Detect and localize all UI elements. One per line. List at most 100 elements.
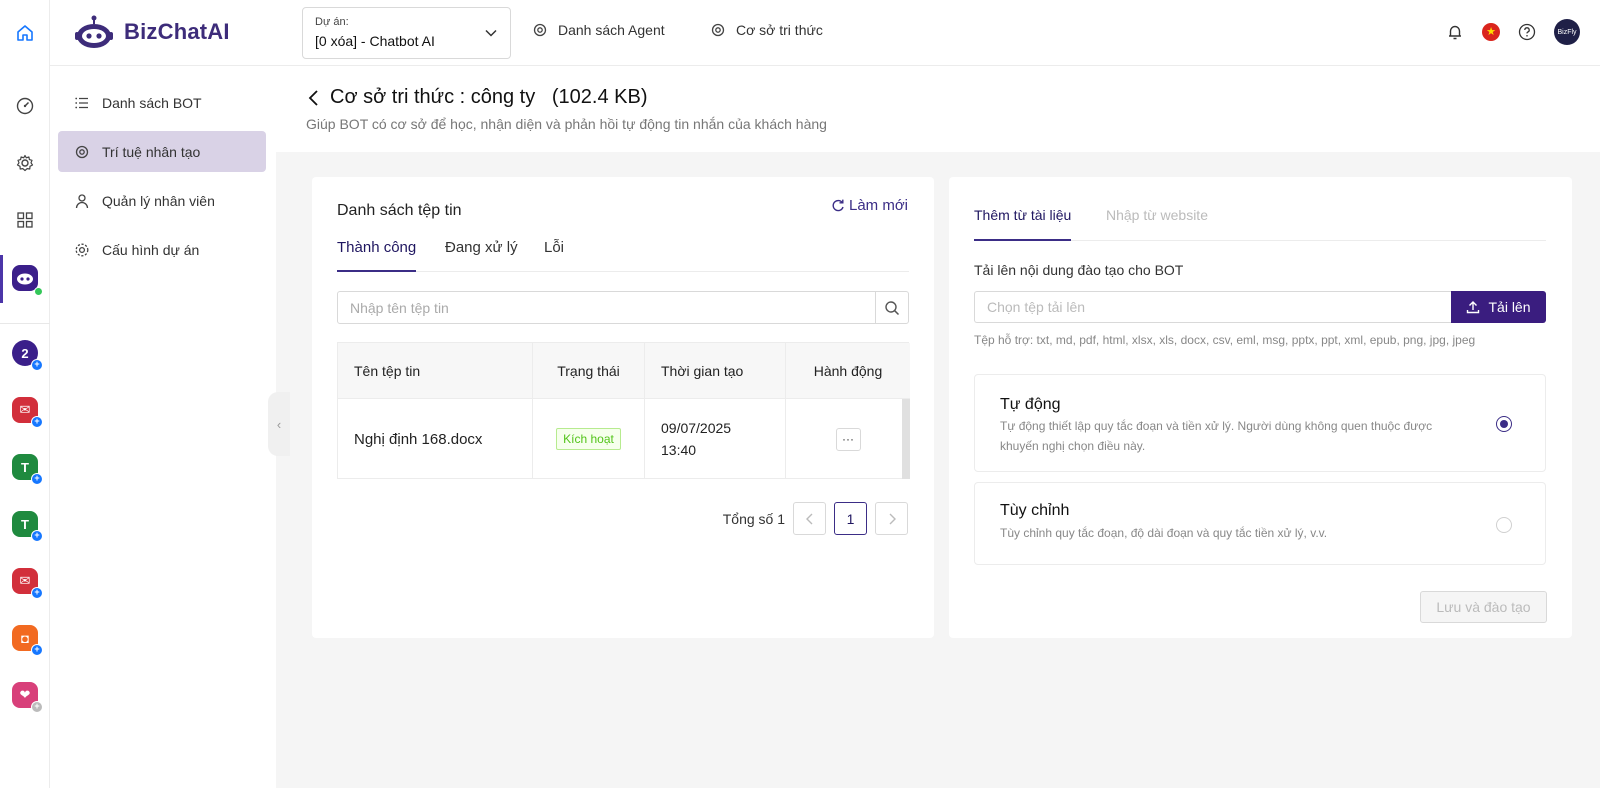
app-icon-mail2[interactable]: ✉ +	[12, 568, 43, 599]
tab-processing[interactable]: Đang xử lý	[445, 239, 518, 272]
bizchat-app-icon[interactable]	[12, 265, 38, 291]
sidebar-item-staff[interactable]: Quản lý nhân viên	[58, 180, 266, 221]
online-status-dot	[34, 287, 43, 296]
option-auto[interactable]: Tự động Tự động thiết lập quy tắc đoạn v…	[974, 374, 1546, 472]
openai-icon	[711, 23, 725, 37]
plus-badge-icon: +	[31, 644, 43, 656]
app-glyph: T	[21, 516, 29, 532]
mail-icon: ✉	[19, 573, 31, 588]
nav-knowledge-base[interactable]: Cơ sở tri thức	[710, 22, 823, 38]
vietnam-flag-icon[interactable]: ★	[1482, 23, 1500, 41]
upload-card: Thêm từ tài liệu Nhập từ website Tải lên…	[949, 177, 1572, 638]
option-auto-radio[interactable]	[1496, 416, 1512, 432]
upload-button[interactable]: Tải lên	[1451, 291, 1546, 323]
rail-settings[interactable]	[0, 141, 50, 185]
upload-icon	[1467, 301, 1480, 314]
sidebar-item-ai[interactable]: Trí tuệ nhân tạo	[58, 131, 266, 172]
app-icon-1[interactable]: 2 +	[12, 340, 43, 371]
grid-icon	[17, 212, 33, 228]
option-custom-radio[interactable]	[1496, 517, 1512, 533]
user-avatar[interactable]: BizFly	[1554, 19, 1580, 45]
app-icon-shop[interactable]: ◘ +	[12, 625, 43, 656]
created-time: 13:40	[661, 442, 697, 458]
sidebar-collapse-handle[interactable]: ‹	[268, 392, 290, 456]
upload-label: Tải lên nội dung đào tạo cho BOT	[974, 262, 1184, 278]
back-arrow-icon[interactable]	[306, 89, 322, 107]
header-actions: ★ BizFly	[1446, 19, 1580, 45]
file-name-cell: Nghị định 168.docx	[338, 399, 533, 479]
nav-agent-list[interactable]: Danh sách Agent	[532, 22, 665, 38]
app-icon-t1[interactable]: T +	[12, 454, 43, 485]
table-row: Nghị định 168.docx Kích hoạt 09/07/2025 …	[338, 399, 910, 479]
file-picker-input[interactable]: Chọn tệp tải lên	[974, 291, 1451, 323]
tab-add-from-document[interactable]: Thêm từ tài liệu	[974, 207, 1072, 241]
search-button[interactable]	[875, 292, 908, 323]
tab-error[interactable]: Lỗi	[544, 239, 564, 272]
tab-success[interactable]: Thành công	[337, 239, 417, 272]
robot-icon	[12, 265, 38, 291]
ellipsis-icon: ···	[842, 432, 854, 446]
refresh-button[interactable]: Làm mới	[831, 197, 908, 214]
file-search	[337, 291, 909, 324]
shopping-bag-icon: ◘	[21, 630, 29, 646]
status-badge: Kích hoạt	[556, 428, 621, 450]
mail-icon: ✉	[19, 402, 31, 417]
page-title-text: Cơ sở tri thức : công ty (102.4 KB)	[330, 86, 648, 108]
app-glyph: 2	[21, 345, 29, 361]
project-label: Dự án:	[315, 16, 349, 28]
column-header-status: Trạng thái	[533, 343, 645, 399]
help-icon[interactable]	[1518, 23, 1536, 41]
option-auto-description: Tự động thiết lập quy tắc đoạn và tiền x…	[1000, 419, 1433, 453]
created-date: 09/07/2025	[661, 420, 732, 436]
bell-icon[interactable]	[1446, 23, 1464, 41]
app-icon-love[interactable]: ❤ +	[12, 682, 43, 713]
upload-button-label: Tải lên	[1488, 299, 1531, 315]
sidebar-item-label: Quản lý nhân viên	[102, 192, 215, 209]
next-page-button[interactable]	[875, 502, 908, 535]
status-cell: Kích hoạt	[533, 399, 645, 479]
dashboard-gauge-icon	[16, 97, 34, 115]
flag-star: ★	[1486, 25, 1496, 38]
tab-import-from-website[interactable]: Nhập từ website	[1106, 207, 1208, 241]
sidebar: Danh sách BOT Trí tuệ nhân tạo Quản lý n…	[50, 66, 276, 788]
sidebar-item-label: Danh sách BOT	[102, 94, 202, 111]
app-glyph: T	[21, 459, 29, 475]
file-table: Tên tệp tin Trạng thái Thời gian tạo Hàn…	[337, 342, 910, 479]
refresh-icon	[832, 199, 844, 211]
prev-page-button[interactable]	[793, 502, 826, 535]
rail-apps[interactable]	[0, 198, 50, 242]
option-custom[interactable]: Tùy chỉnh Tùy chỉnh quy tắc đoạn, độ dài…	[974, 482, 1546, 565]
home-button[interactable]	[0, 0, 50, 66]
option-custom-description: Tùy chỉnh quy tắc đoạn, độ dài đoạn và q…	[1000, 526, 1328, 540]
table-header: Tên tệp tin Trạng thái Thời gian tạo Hàn…	[338, 343, 910, 399]
column-header-name: Tên tệp tin	[338, 343, 533, 399]
project-select[interactable]: Dự án: [0 xóa] - Chatbot AI	[302, 7, 511, 59]
created-time-cell: 09/07/2025 13:40	[645, 399, 786, 479]
page-header: Cơ sở tri thức : công ty (102.4 KB) Giúp…	[276, 66, 1600, 152]
more-actions-button[interactable]: ···	[835, 427, 861, 451]
plus-badge-icon: +	[31, 416, 43, 428]
action-cell: ···	[786, 399, 910, 479]
rail-dashboard[interactable]	[0, 84, 50, 128]
robot-logo-icon	[75, 15, 113, 48]
rail-divider	[0, 323, 50, 324]
file-list-title: Danh sách tệp tin	[337, 202, 462, 219]
sidebar-item-project-config[interactable]: Cấu hình dự án	[58, 229, 266, 270]
file-list-card: Danh sách tệp tin Làm mới Thành công Đan…	[312, 177, 934, 638]
gear-icon	[75, 243, 89, 256]
user-icon	[75, 193, 89, 208]
brand-logo[interactable]: BizChatAI	[74, 14, 230, 50]
app-icon-mail[interactable]: ✉ +	[12, 397, 43, 428]
nav-knowledge-label: Cơ sở tri thức	[736, 22, 823, 38]
table-scrollbar[interactable]	[902, 399, 910, 479]
avatar-text: BizFly	[1557, 28, 1577, 36]
app-icon-t2[interactable]: T +	[12, 511, 43, 542]
chevron-right-icon	[889, 513, 896, 524]
plus-badge-icon: +	[31, 587, 43, 599]
sidebar-item-label: Cấu hình dự án	[102, 241, 200, 258]
file-search-input[interactable]	[338, 292, 875, 323]
top-header: BizChatAI Dự án: [0 xóa] - Chatbot AI Da…	[0, 0, 1600, 66]
save-and-train-button[interactable]: Lưu và đào tạo	[1420, 591, 1547, 623]
sidebar-item-bot-list[interactable]: Danh sách BOT	[58, 82, 266, 123]
page-number-button[interactable]: 1	[834, 502, 867, 535]
